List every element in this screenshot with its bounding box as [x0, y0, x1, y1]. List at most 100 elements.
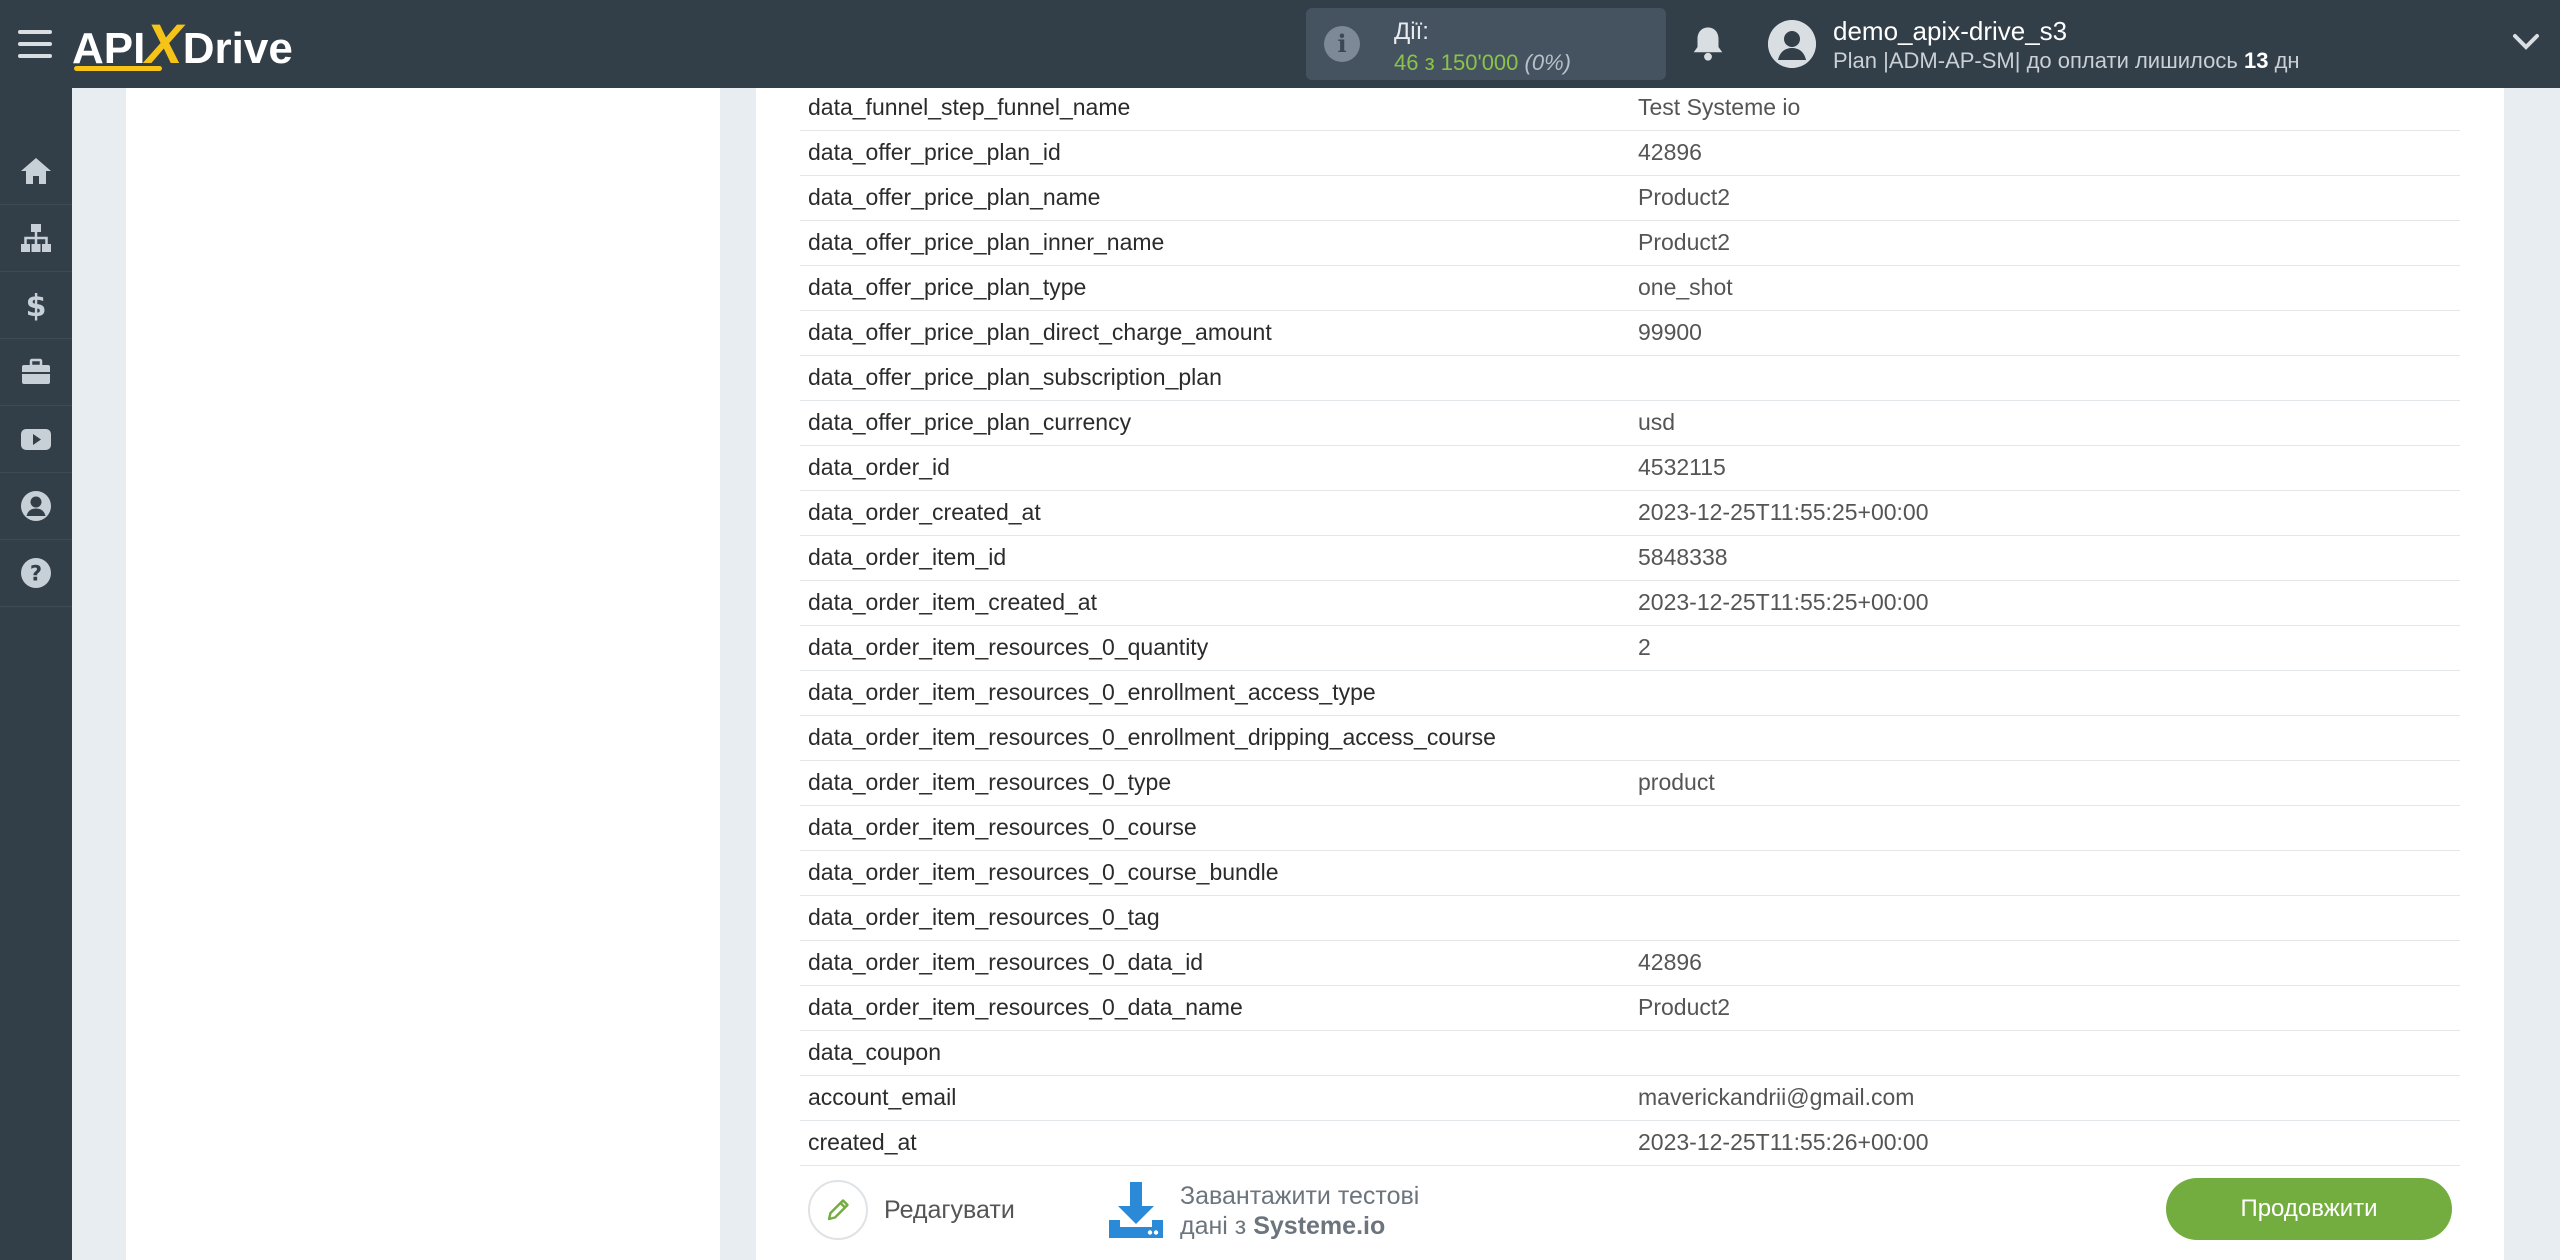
table-row: data_offer_price_plan_currency usd	[800, 401, 2460, 446]
field-name: data_order_item_resources_0_course	[808, 814, 1197, 840]
field-name: data_order_item_resources_0_type	[808, 769, 1172, 795]
svg-text:$: $	[26, 289, 47, 323]
plan-days-unit: дн	[2274, 48, 2300, 73]
youtube-icon	[21, 429, 51, 450]
table-row: data_offer_price_plan_subscription_plan	[800, 356, 2460, 401]
plan-text: Plan |ADM-AP-SM| до оплати лишилось	[1833, 48, 2238, 73]
continue-button[interactable]: Продовжити	[2166, 1178, 2452, 1240]
field-value: Test Systeme io	[1638, 94, 1801, 120]
table-row: data_offer_price_plan_inner_name Product2	[800, 221, 2460, 266]
field-name: data_order_item_resources_0_tag	[808, 904, 1160, 930]
table-row: data_order_item_resources_0_tag	[800, 896, 2460, 941]
pencil-icon	[827, 1199, 849, 1221]
download-label-prefix: дані з	[1180, 1212, 1247, 1240]
table-row: created_at 2023-12-25T11:55:26+00:00	[800, 1121, 2460, 1166]
field-name: data_order_item_resources_0_enrollment_a…	[808, 679, 1376, 705]
top-bar: APIXDrive i Дії: 46 з 150'000 (0%) demo_…	[0, 0, 2560, 88]
dollar-icon: $	[26, 289, 47, 323]
field-value: Product2	[1638, 184, 1731, 210]
sidebar: $ ?	[0, 88, 72, 1260]
edit-circle	[808, 1180, 868, 1240]
field-value: 5848338	[1638, 544, 1728, 570]
field-name: data_offer_price_plan_name	[808, 184, 1101, 210]
sidebar-item-help[interactable]: ?	[0, 540, 72, 607]
logo[interactable]: APIXDrive	[72, 14, 293, 74]
field-value: usd	[1638, 409, 1676, 435]
table-row: data_order_item_resources_0_course	[800, 806, 2460, 851]
field-value: 42896	[1638, 949, 1702, 975]
field-name: data_order_created_at	[808, 499, 1041, 525]
field-name: data_offer_price_plan_inner_name	[808, 229, 1165, 255]
field-name: data_order_item_resources_0_course_bundl…	[808, 859, 1279, 885]
sidebar-item-billing[interactable]: $	[0, 272, 72, 339]
table-row: data_funnel_step_funnel_name Test Systeme…	[800, 86, 2460, 131]
table-row: data_order_created_at 2023-12-25T11:55:25…	[800, 491, 2460, 536]
download-label-line2: дані з Systeme.io	[1180, 1211, 1419, 1241]
download-label-brand: Systeme.io	[1253, 1212, 1386, 1240]
sidebar-item-services[interactable]	[0, 339, 72, 406]
field-value: 2023-12-25T11:55:25+00:00	[1638, 589, 1929, 615]
field-value: 4532115	[1638, 454, 1726, 480]
table-row: data_coupon	[800, 1031, 2460, 1076]
table-row: data_order_item_resources_0_type product	[800, 761, 2460, 806]
field-name: data_offer_price_plan_type	[808, 274, 1087, 300]
actions-value: 46 з 150'000 (0%)	[1394, 50, 1571, 76]
sitemap-icon	[21, 224, 51, 252]
sidebar-item-connections[interactable]	[0, 205, 72, 272]
chevron-down-icon[interactable]	[2512, 32, 2540, 52]
home-icon	[21, 158, 51, 184]
actions-percent: (0%)	[1524, 50, 1571, 75]
edit-label: Редагувати	[884, 1195, 1015, 1224]
field-value: 2023-12-25T11:55:25+00:00	[1638, 499, 1929, 525]
table-row: data_offer_price_plan_direct_charge_amou…	[800, 311, 2460, 356]
table-row: account_email maverickandrii@gmail.com	[800, 1076, 2460, 1121]
table-row: data_offer_price_plan_id 42896	[800, 131, 2460, 176]
field-value: 42896	[1638, 139, 1702, 165]
field-name: data_offer_price_plan_currency	[808, 409, 1132, 435]
field-value: maverickandrii@gmail.com	[1638, 1084, 1915, 1110]
sidebar-item-video[interactable]	[0, 406, 72, 473]
menu-icon[interactable]	[18, 30, 52, 58]
field-name: data_offer_price_plan_subscription_plan	[808, 364, 1222, 390]
download-label: Завантажити тестові дані з Systeme.io	[1180, 1181, 1419, 1241]
field-name: data_offer_price_plan_id	[808, 139, 1061, 165]
field-name: data_coupon	[808, 1039, 942, 1065]
table-row: data_order_id 4532115	[800, 446, 2460, 491]
table-row: data_offer_price_plan_name Product2	[800, 176, 2460, 221]
field-name: data_funnel_step_funnel_name	[808, 94, 1131, 120]
field-value: 2023-12-25T11:55:26+00:00	[1638, 1129, 1929, 1155]
logo-text-drive: Drive	[182, 24, 293, 73]
actions-count: 46 з 150'000	[1394, 50, 1519, 75]
field-name: data_order_item_resources_0_data_name	[808, 994, 1243, 1020]
sidebar-item-profile[interactable]	[0, 473, 72, 540]
table-row: data_order_item_resources_0_course_bundl…	[800, 851, 2460, 896]
field-name: data_order_id	[808, 454, 950, 480]
table-row: data_order_item_resources_0_data_name Pro…	[800, 986, 2460, 1031]
download-icon	[1109, 1182, 1163, 1238]
sidebar-item-home[interactable]	[0, 138, 72, 205]
table-row: data_order_item_resources_0_enrollment_a…	[800, 671, 2460, 716]
field-name: account_email	[808, 1084, 957, 1110]
bell-icon[interactable]	[1690, 24, 1726, 64]
briefcase-icon	[22, 358, 50, 384]
field-name: data_order_item_id	[808, 544, 1007, 570]
field-name: created_at	[808, 1129, 917, 1155]
table-row: data_order_item_resources_0_data_id 42896	[800, 941, 2460, 986]
plan-days: 13	[2243, 48, 2269, 73]
edit-button[interactable]: Редагувати	[808, 1178, 1015, 1242]
user-name[interactable]: demo_apix-drive_s3	[1833, 16, 2067, 47]
actions-counter[interactable]: i Дії: 46 з 150'000 (0%)	[1306, 8, 1666, 80]
field-value: one_shot	[1638, 274, 1733, 300]
table-row: data_offer_price_plan_type one_shot	[800, 266, 2460, 311]
left-panel	[126, 88, 720, 1260]
actions-label: Дії:	[1394, 18, 1429, 45]
table-row: data_order_item_resources_0_quantity 2	[800, 626, 2460, 671]
field-name: data_order_item_resources_0_enrollment_d…	[808, 724, 1496, 750]
data-table: data_funnel_step_funnel_name Test Systeme…	[800, 86, 2460, 1166]
download-label-line1: Завантажити тестові	[1180, 1182, 1420, 1210]
field-value: Product2	[1638, 229, 1731, 255]
user-plan: Plan |ADM-AP-SM| до оплати лишилось 13 д…	[1833, 48, 2300, 74]
download-test-data-button[interactable]: Завантажити тестові дані з Systeme.io	[1106, 1176, 1419, 1246]
avatar[interactable]	[1768, 20, 1816, 68]
user-avatar-icon	[1768, 20, 1816, 68]
